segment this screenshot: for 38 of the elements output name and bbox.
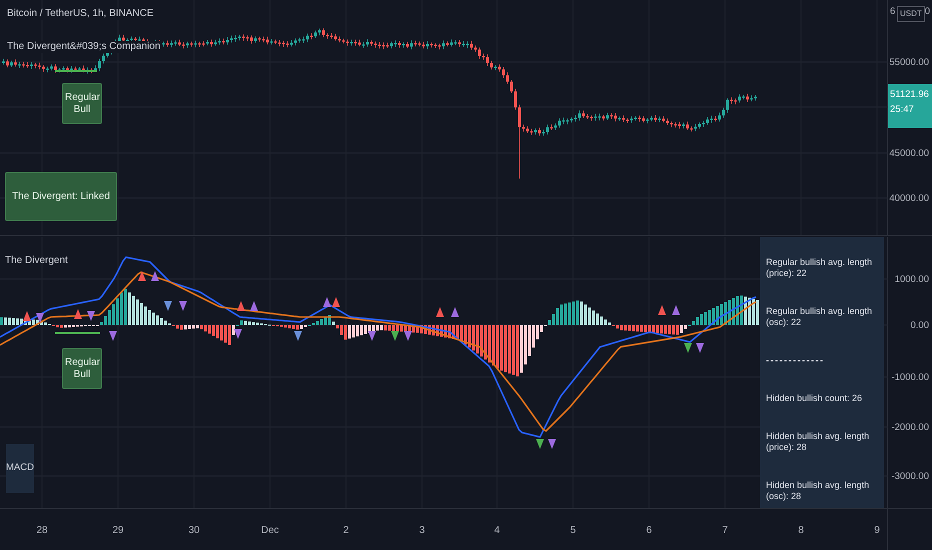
axis-label: 40000.00: [889, 192, 929, 206]
time-label: 28: [36, 524, 48, 538]
axis-label: 55000.00: [889, 56, 929, 70]
dashed-separator: -------------: [766, 355, 826, 366]
time-label: 30: [188, 524, 200, 538]
time-label: 8: [798, 524, 804, 538]
countdown: 25:47: [890, 104, 915, 116]
axis-label: -3000.00: [891, 470, 929, 484]
axis-label: 0: [924, 5, 930, 19]
stats-row-text: Regular bullish avg. length (price): 22: [766, 257, 874, 279]
currency-badge: USDT: [897, 6, 925, 22]
time-label: 2: [343, 524, 349, 538]
time-label: 29: [112, 524, 124, 538]
axis-label: 6: [890, 5, 896, 19]
time-label: 9: [874, 524, 880, 538]
signal-label: Regular Bull: [62, 83, 102, 124]
time-label: 6: [646, 524, 652, 538]
stats-row-text: Hidden bullish avg. length (price): 28: [766, 431, 870, 453]
stats-row-text: Hidden bullish avg. length (osc): 28: [766, 480, 870, 502]
time-label: Dec: [261, 524, 279, 538]
time-label: 5: [570, 524, 576, 538]
axis-label: 45000.00: [889, 147, 929, 161]
axis-label: 1000.00: [894, 273, 929, 287]
last-price: 51121.96: [890, 90, 930, 101]
indicator-title: The Divergent: [5, 255, 68, 266]
stats-row-text: Hidden bullish count: 26: [766, 393, 864, 404]
time-label: 7: [722, 524, 728, 538]
indicator-badge: MACD: [6, 444, 34, 493]
signal-label: Regular Bull: [62, 348, 102, 389]
time-label: 4: [494, 524, 500, 538]
time-label: 3: [419, 524, 425, 538]
indicator-legend: The Divergent&#039;s Companion: [5, 41, 162, 52]
axis-label: -1000.00: [891, 371, 929, 385]
axis-label: 0.00: [910, 319, 929, 333]
symbol-legend: Bitcoin / TetherUS, 1h, BINANCE: [5, 8, 156, 20]
status-label: The Divergent: Linked: [5, 172, 117, 221]
axis-label: -2000.00: [891, 421, 929, 435]
stats-row-text: Regular bullish avg. length (osc): 22: [766, 306, 874, 328]
